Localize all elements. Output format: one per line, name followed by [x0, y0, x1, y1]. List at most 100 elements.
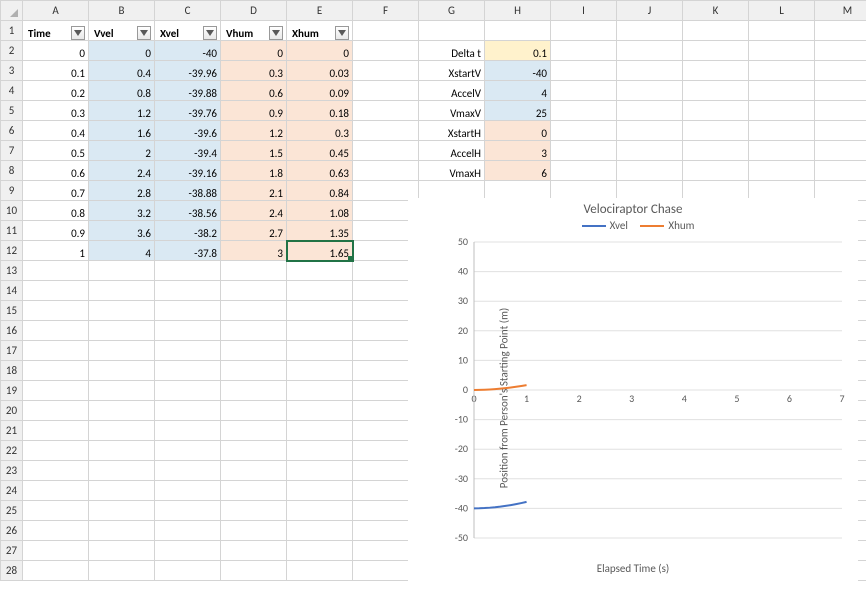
cell-C19[interactable] [155, 381, 221, 401]
cell-L2[interactable] [749, 41, 815, 61]
cell-A21[interactable] [23, 421, 89, 441]
column-header-H[interactable]: H [485, 1, 551, 21]
cell-A17[interactable] [23, 341, 89, 361]
cell-C23[interactable] [155, 461, 221, 481]
cell-A26[interactable] [23, 521, 89, 541]
cell-A11[interactable]: 0.9 [23, 221, 89, 241]
cell-K4[interactable] [683, 81, 749, 101]
cell-D9[interactable]: 2.1 [221, 181, 287, 201]
param-label-XstartV[interactable]: XstartV [419, 61, 485, 81]
cell-E18[interactable] [287, 361, 353, 381]
cell-E4[interactable]: 0.09 [287, 81, 353, 101]
cell-B7[interactable]: 2 [89, 141, 155, 161]
row-header-5[interactable]: 5 [1, 101, 23, 121]
cell-C3[interactable]: -39.96 [155, 61, 221, 81]
cell-I2[interactable] [551, 41, 617, 61]
row-header-2[interactable]: 2 [1, 41, 23, 61]
row-header-7[interactable]: 7 [1, 141, 23, 161]
cell-D5[interactable]: 0.9 [221, 101, 287, 121]
cell-B21[interactable] [89, 421, 155, 441]
cell-J7[interactable] [617, 141, 683, 161]
cell-C8[interactable]: -39.16 [155, 161, 221, 181]
cell-B19[interactable] [89, 381, 155, 401]
column-header-L[interactable]: L [749, 1, 815, 21]
cell-D22[interactable] [221, 441, 287, 461]
cell-C18[interactable] [155, 361, 221, 381]
cell-C4[interactable]: -39.88 [155, 81, 221, 101]
cell-E8[interactable]: 0.63 [287, 161, 353, 181]
row-header-21[interactable]: 21 [1, 421, 23, 441]
chart[interactable]: Velociraptor Chase Xvel Xhum Position fr… [408, 198, 858, 586]
cell-C20[interactable] [155, 401, 221, 421]
cell-M7[interactable] [815, 141, 866, 161]
param-value-XstartH[interactable]: 0 [485, 121, 551, 141]
cell-C7[interactable]: -39.4 [155, 141, 221, 161]
row-header-8[interactable]: 8 [1, 161, 23, 181]
cell-K3[interactable] [683, 61, 749, 81]
cell-E17[interactable] [287, 341, 353, 361]
cell-L5[interactable] [749, 101, 815, 121]
cell-J6[interactable] [617, 121, 683, 141]
cell-C10[interactable]: -38.56 [155, 201, 221, 221]
column-header-B[interactable]: B [89, 1, 155, 21]
cell-D26[interactable] [221, 521, 287, 541]
cell-B12[interactable]: 4 [89, 241, 155, 261]
cell-A19[interactable] [23, 381, 89, 401]
cell-C9[interactable]: -38.88 [155, 181, 221, 201]
cell-A20[interactable] [23, 401, 89, 421]
cell-D3[interactable]: 0.3 [221, 61, 287, 81]
cell-J5[interactable] [617, 101, 683, 121]
cell-M8[interactable] [815, 161, 866, 181]
row-header-17[interactable]: 17 [1, 341, 23, 361]
column-header-D[interactable]: D [221, 1, 287, 21]
cell-F5[interactable] [353, 101, 419, 121]
param-value-XstartV[interactable]: -40 [485, 61, 551, 81]
cell-A25[interactable] [23, 501, 89, 521]
cell-A22[interactable] [23, 441, 89, 461]
cell-K5[interactable] [683, 101, 749, 121]
cell-D14[interactable] [221, 281, 287, 301]
cell-A7[interactable]: 0.5 [23, 141, 89, 161]
cell-K2[interactable] [683, 41, 749, 61]
cell-E16[interactable] [287, 321, 353, 341]
cell-A5[interactable]: 0.3 [23, 101, 89, 121]
row-header-20[interactable]: 20 [1, 401, 23, 421]
cell-C21[interactable] [155, 421, 221, 441]
cell-F2[interactable] [353, 41, 419, 61]
cell-B10[interactable]: 3.2 [89, 201, 155, 221]
cell-E15[interactable] [287, 301, 353, 321]
filter-button-vhum[interactable] [269, 26, 283, 40]
row-header-19[interactable]: 19 [1, 381, 23, 401]
cell-M1[interactable] [815, 21, 866, 41]
cell-D6[interactable]: 1.2 [221, 121, 287, 141]
cell-H1[interactable] [485, 21, 551, 41]
cell-D8[interactable]: 1.8 [221, 161, 287, 181]
row-header-12[interactable]: 12 [1, 241, 23, 261]
cell-A23[interactable] [23, 461, 89, 481]
cell-B18[interactable] [89, 361, 155, 381]
cell-F4[interactable] [353, 81, 419, 101]
row-header-10[interactable]: 10 [1, 201, 23, 221]
param-value-AccelV[interactable]: 4 [485, 81, 551, 101]
cell-C15[interactable] [155, 301, 221, 321]
column-header-J[interactable]: J [617, 1, 683, 21]
row-header-11[interactable]: 11 [1, 221, 23, 241]
row-header-13[interactable]: 13 [1, 261, 23, 281]
cell-M3[interactable] [815, 61, 866, 81]
cell-M6[interactable] [815, 121, 866, 141]
cell-J8[interactable] [617, 161, 683, 181]
row-header-3[interactable]: 3 [1, 61, 23, 81]
row-header-4[interactable]: 4 [1, 81, 23, 101]
column-header-E[interactable]: E [287, 1, 353, 21]
cell-M5[interactable] [815, 101, 866, 121]
cell-A14[interactable] [23, 281, 89, 301]
cell-L4[interactable] [749, 81, 815, 101]
row-header-25[interactable]: 25 [1, 501, 23, 521]
cell-D24[interactable] [221, 481, 287, 501]
cell-E10[interactable]: 1.08 [287, 201, 353, 221]
cell-D10[interactable]: 2.4 [221, 201, 287, 221]
row-header-18[interactable]: 18 [1, 361, 23, 381]
cell-C22[interactable] [155, 441, 221, 461]
column-header-K[interactable]: K [683, 1, 749, 21]
cell-D23[interactable] [221, 461, 287, 481]
